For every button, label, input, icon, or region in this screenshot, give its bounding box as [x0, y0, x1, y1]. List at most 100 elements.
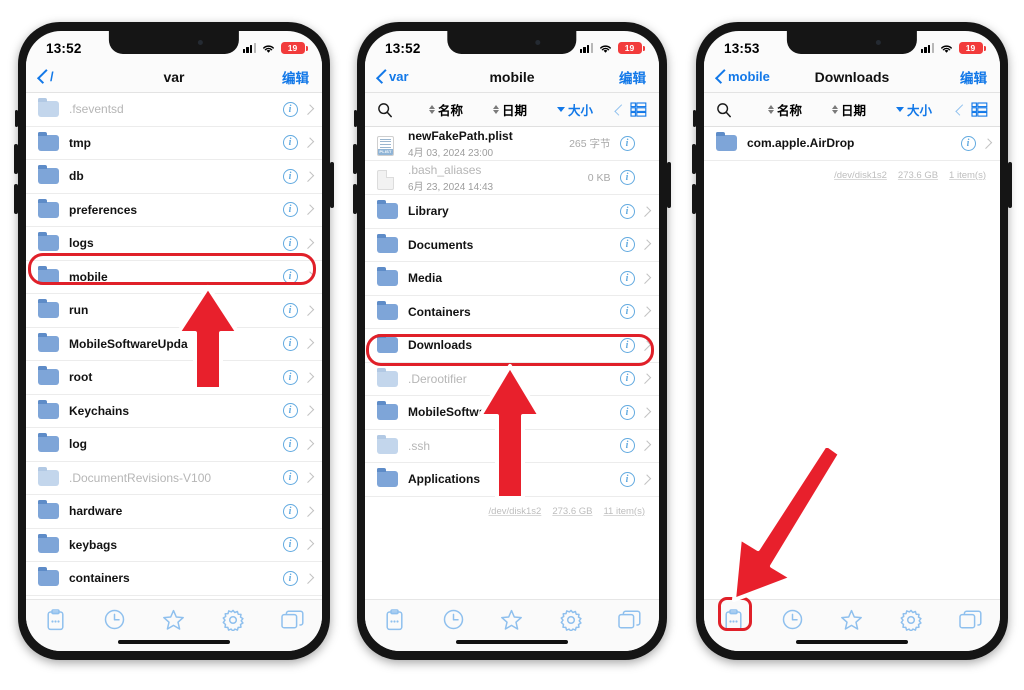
list-item[interactable]: com.apple.AirDrop i — [704, 127, 1000, 161]
edit-button[interactable]: 编辑 — [960, 67, 987, 87]
tab-recents[interactable] — [438, 609, 468, 635]
info-icon[interactable]: i — [282, 503, 298, 519]
list-view-icon[interactable] — [971, 102, 988, 117]
list-item[interactable]: mobile i — [26, 260, 322, 294]
file-list[interactable]: .fseventsd i tmp i db i preferences i logs i mobil… — [26, 93, 322, 599]
list-item[interactable]: .DocumentRevisions-V100 i — [26, 461, 322, 495]
info-icon[interactable]: i — [282, 403, 298, 419]
file-list[interactable]: com.apple.AirDrop i/dev/disk1s2 273.6 GB 1 … — [704, 127, 1000, 599]
sort-by-size[interactable]: 大小 — [896, 100, 932, 119]
sort-by-date[interactable]: 日期 — [493, 100, 527, 119]
list-item[interactable]: db i — [26, 160, 322, 194]
power-button[interactable] — [1008, 162, 1012, 208]
list-item[interactable]: Containers i — [365, 295, 659, 329]
list-item[interactable]: PLIST newFakePath.plist 4月 03, 2024 23:00 2… — [365, 127, 659, 161]
info-icon[interactable]: i — [619, 438, 635, 454]
list-item[interactable]: root i — [26, 361, 322, 395]
list-item[interactable]: preferences i — [26, 193, 322, 227]
info-icon[interactable]: i — [282, 101, 298, 117]
power-button[interactable] — [330, 162, 334, 208]
back-button[interactable]: / — [36, 69, 54, 84]
sort-by-size[interactable]: 大小 — [557, 100, 593, 119]
info-icon[interactable]: i — [619, 170, 635, 185]
list-item[interactable]: MobileSoftwareUpda i — [26, 327, 322, 361]
power-button[interactable] — [667, 162, 671, 208]
list-item[interactable]: MobileSoftwareUpdate i — [365, 396, 659, 430]
info-icon[interactable]: i — [282, 436, 298, 452]
list-item[interactable]: log i — [26, 428, 322, 462]
info-icon[interactable]: i — [619, 237, 635, 253]
tab-favorites[interactable] — [837, 609, 867, 635]
info-icon[interactable]: i — [282, 302, 298, 318]
list-item[interactable]: .fseventsd i — [26, 93, 322, 127]
list-item[interactable]: .Derootifier i — [365, 362, 659, 396]
volume-up-button[interactable] — [692, 144, 696, 174]
back-button[interactable]: var — [375, 69, 409, 84]
info-icon[interactable]: i — [619, 404, 635, 420]
list-item[interactable]: Applications i — [365, 463, 659, 497]
info-icon[interactable]: i — [619, 337, 635, 353]
edit-button[interactable]: 编辑 — [282, 67, 309, 87]
list-item[interactable]: Media i — [365, 262, 659, 296]
tab-windows[interactable] — [277, 609, 307, 635]
info-icon[interactable]: i — [282, 369, 298, 385]
search-icon[interactable] — [716, 102, 732, 118]
home-indicator[interactable] — [118, 640, 230, 644]
home-indicator[interactable] — [796, 640, 908, 644]
tab-clipboard[interactable] — [379, 608, 409, 635]
tab-recents[interactable] — [778, 609, 808, 635]
info-icon[interactable]: i — [282, 235, 298, 251]
sort-by-name[interactable]: 名称 — [429, 100, 463, 119]
volume-down-button[interactable] — [692, 184, 696, 214]
tab-favorites[interactable] — [497, 609, 527, 635]
tab-clipboard[interactable] — [41, 608, 71, 635]
tab-favorites[interactable] — [159, 609, 189, 635]
info-icon[interactable]: i — [282, 537, 298, 553]
list-item[interactable]: .bash_aliases 6月 23, 2024 14:43 0 KB i — [365, 161, 659, 195]
volume-up-button[interactable] — [353, 144, 357, 174]
info-icon[interactable]: i — [282, 269, 298, 285]
silent-switch[interactable] — [693, 110, 696, 127]
info-icon[interactable]: i — [282, 168, 298, 184]
list-item[interactable]: tmp i — [26, 126, 322, 160]
sort-by-name[interactable]: 名称 — [768, 100, 802, 119]
chevron-left-icon[interactable] — [955, 103, 967, 116]
list-item[interactable]: hardware i — [26, 495, 322, 529]
search-icon[interactable] — [377, 102, 393, 118]
tab-windows[interactable] — [615, 609, 645, 635]
sort-by-date[interactable]: 日期 — [832, 100, 866, 119]
info-icon[interactable]: i — [619, 203, 635, 219]
edit-button[interactable]: 编辑 — [619, 67, 646, 87]
list-item[interactable]: .ssh i — [365, 429, 659, 463]
info-icon[interactable]: i — [619, 371, 635, 387]
back-button[interactable]: mobile — [714, 69, 770, 84]
tab-clipboard[interactable] — [719, 608, 749, 635]
silent-switch[interactable] — [15, 110, 18, 127]
list-item[interactable]: containers i — [26, 562, 322, 596]
info-icon[interactable]: i — [619, 471, 635, 487]
file-list[interactable]: PLIST newFakePath.plist 4月 03, 2024 23:00 2… — [365, 127, 659, 599]
list-item[interactable]: logs i — [26, 227, 322, 261]
info-icon[interactable]: i — [282, 570, 298, 586]
list-item[interactable]: Library i — [365, 195, 659, 229]
tab-settings[interactable] — [556, 609, 586, 635]
volume-down-button[interactable] — [14, 184, 18, 214]
volume-down-button[interactable] — [353, 184, 357, 214]
chevron-left-icon[interactable] — [614, 103, 626, 116]
list-item[interactable]: keybags i — [26, 528, 322, 562]
tab-settings[interactable] — [218, 609, 248, 635]
info-icon[interactable]: i — [619, 136, 635, 151]
info-icon[interactable]: i — [960, 135, 976, 151]
home-indicator[interactable] — [456, 640, 568, 644]
info-icon[interactable]: i — [282, 470, 298, 486]
info-icon[interactable]: i — [619, 270, 635, 286]
tab-recents[interactable] — [100, 609, 130, 635]
tab-settings[interactable] — [896, 609, 926, 635]
tab-windows[interactable] — [955, 609, 985, 635]
silent-switch[interactable] — [354, 110, 357, 127]
list-item[interactable]: Documents i — [365, 228, 659, 262]
list-item[interactable]: Downloads i — [365, 329, 659, 363]
volume-up-button[interactable] — [14, 144, 18, 174]
info-icon[interactable]: i — [282, 336, 298, 352]
list-item[interactable]: Keychains i — [26, 394, 322, 428]
